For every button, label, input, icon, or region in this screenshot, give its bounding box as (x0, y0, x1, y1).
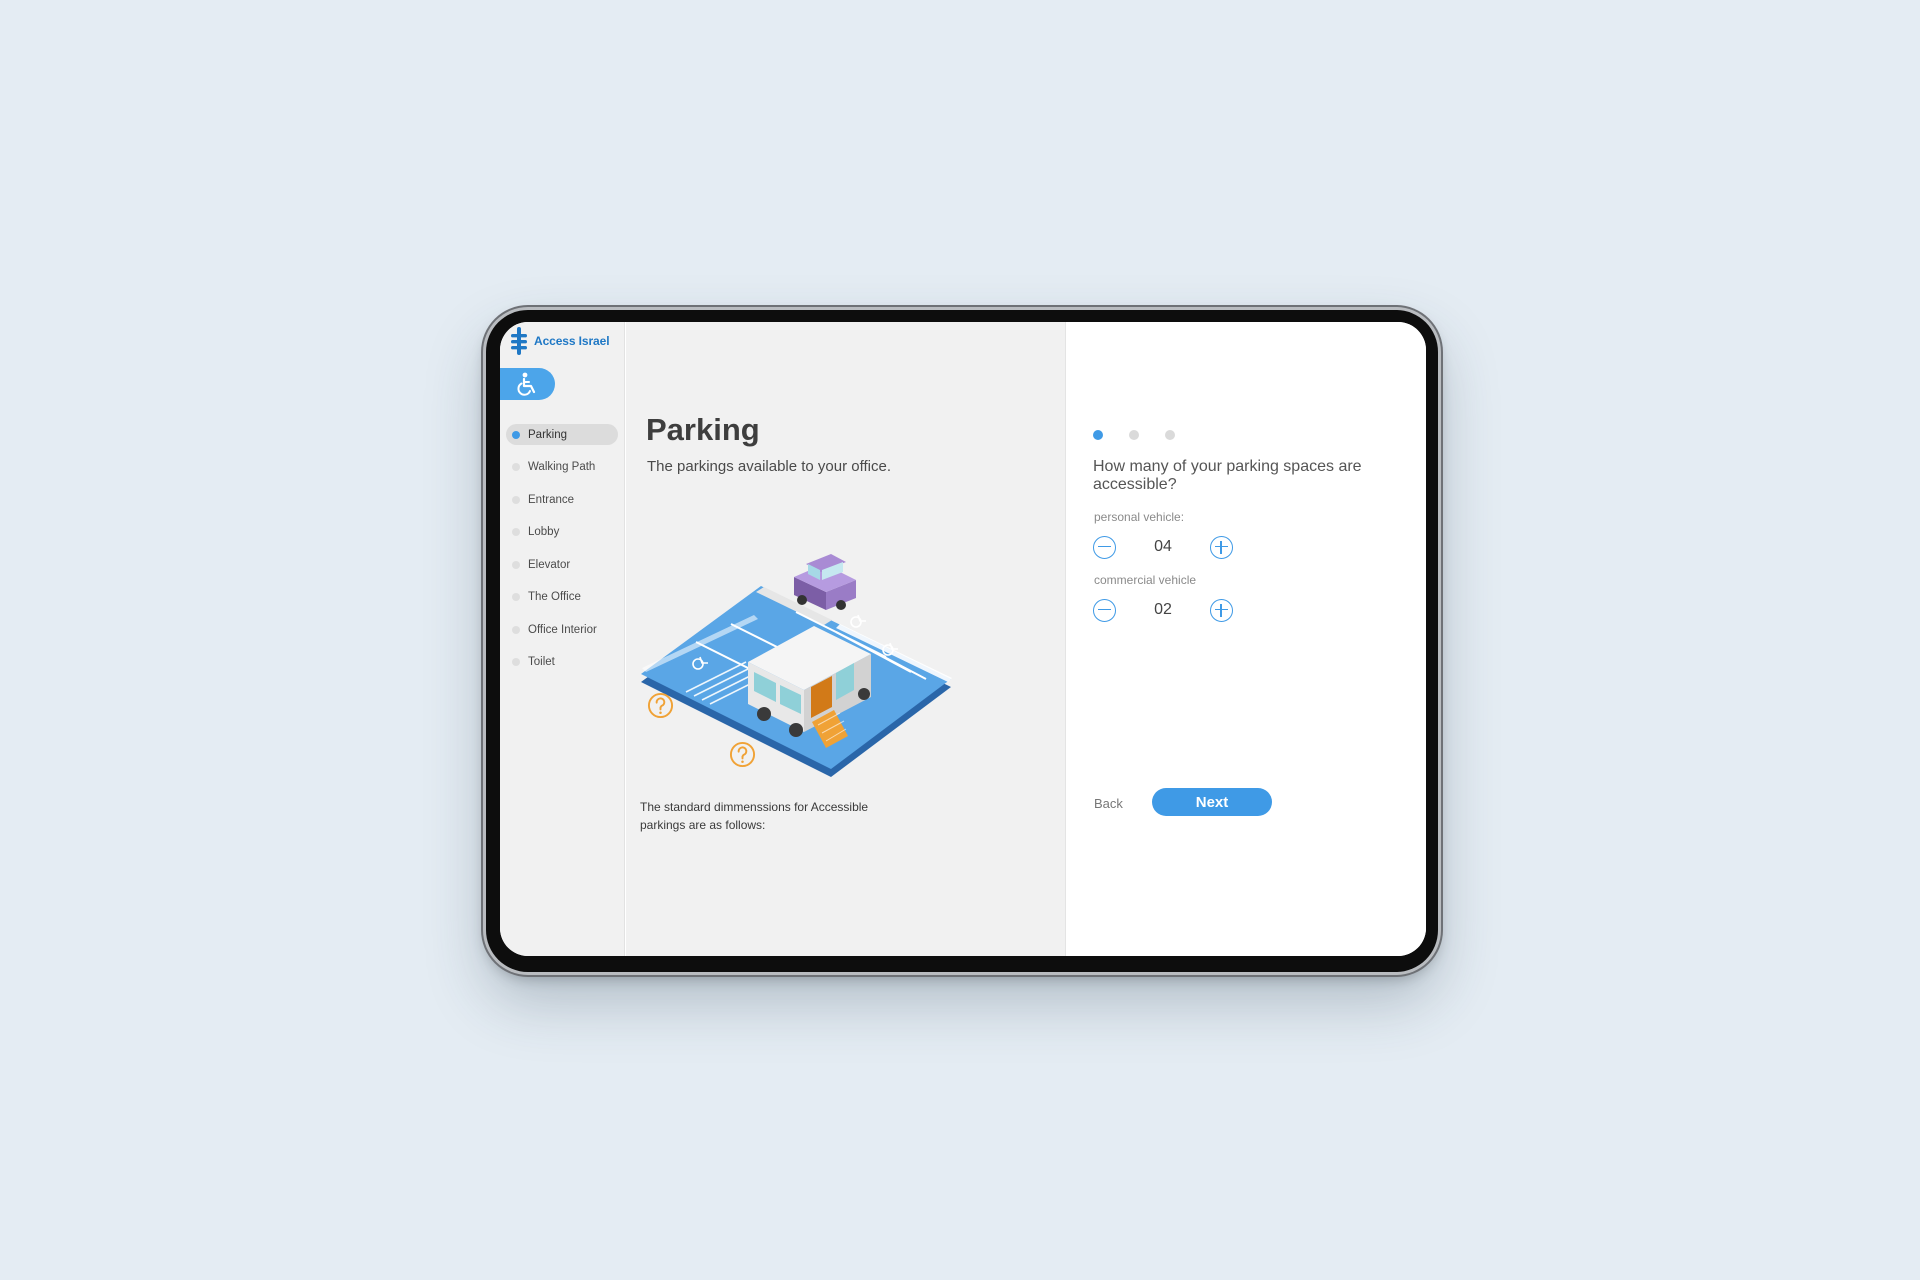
step-status-dot (512, 560, 520, 569)
page-title: Parking (646, 412, 760, 447)
sidebar-item-label: Office Interior (528, 623, 597, 636)
step-status-dot (512, 658, 520, 666)
sidebar-item-label: Parking (528, 428, 567, 441)
sidebar-item-label: Walking Path (528, 461, 596, 473)
app-screen: Access Israel Parking Walking Path Entra… (500, 322, 1426, 956)
sidebar-item-lobby[interactable]: Lobby (506, 522, 618, 543)
increment-button[interactable] (1210, 598, 1233, 622)
commercial-vehicle-value: 02 (1154, 601, 1172, 618)
brand-name: Access Israel (534, 334, 610, 348)
step-dot-2 (1129, 430, 1139, 440)
sidebar-item-label: Entrance (528, 493, 575, 506)
sidebar: Access Israel Parking Walking Path Entra… (500, 322, 625, 956)
commercial-vehicle-label: commercial vehicle (1094, 573, 1197, 587)
sidebar-item-walking-path[interactable]: Walking Path (506, 457, 618, 478)
accessible-parking-lot-illustration (641, 554, 952, 777)
step-dot-3 (1165, 430, 1175, 440)
personal-vehicle-stepper: 04 (1093, 535, 1233, 559)
sidebar-item-label: Lobby (528, 526, 560, 538)
step-status-dot (512, 463, 520, 471)
sidebar-item-label: Elevator (528, 558, 571, 571)
page-subtitle: The parkings available to your office. (647, 458, 892, 475)
access-israel-logo-icon (511, 327, 527, 355)
next-button[interactable]: Next (1152, 788, 1272, 816)
personal-vehicle-value: 04 (1154, 538, 1172, 555)
sidebar-item-parking[interactable]: Parking (506, 424, 618, 445)
step-status-dot (512, 495, 520, 504)
sidebar-item-elevator[interactable]: Elevator (506, 554, 618, 575)
sidebar-item-label: Toilet (528, 656, 555, 668)
decrement-button[interactable] (1093, 598, 1116, 622)
sidebar-item-toilet[interactable]: Toilet (506, 652, 618, 673)
question-panel: How many of your parking spaces are acce… (1066, 322, 1426, 956)
commercial-vehicle-stepper: 02 (1093, 598, 1233, 622)
step-status-dot (512, 625, 520, 634)
info-panel: Parking The parkings available to your o… (626, 322, 1066, 956)
sidebar-item-label: The Office (528, 591, 581, 603)
question-mark-icon[interactable] (647, 692, 674, 719)
sidebar-item-entrance[interactable]: Entrance (506, 489, 618, 510)
step-status-dot (512, 593, 520, 601)
sidebar-nav: Parking Walking Path Entrance Lobby Elev… (506, 424, 618, 684)
step-indicator (1093, 430, 1175, 440)
dimensions-note: The standard dimmenssions for Accessible… (640, 798, 900, 834)
dimensions-note-line-1: The standard dimmenssions for Accessible (640, 800, 869, 814)
accessibility-toggle-button[interactable] (500, 368, 555, 400)
question-mark-icon[interactable] (729, 741, 756, 768)
step-dot-1 (1093, 430, 1103, 440)
sidebar-item-office-interior[interactable]: Office Interior (506, 619, 618, 640)
personal-vehicle-label: personal vehicle: (1094, 510, 1185, 524)
increment-button[interactable] (1210, 535, 1233, 559)
dimensions-note-line-2: parkings are as follows: (640, 818, 766, 832)
back-button[interactable]: Back (1094, 796, 1123, 811)
step-status-dot (512, 528, 520, 536)
step-status-dot (512, 430, 520, 439)
decrement-button[interactable] (1093, 535, 1116, 559)
question-text: How many of your parking spaces are acce… (1093, 458, 1362, 493)
wheelchair-icon (516, 372, 535, 396)
brand[interactable]: Access Israel (510, 327, 610, 355)
sidebar-item-the-office[interactable]: The Office (506, 587, 618, 608)
